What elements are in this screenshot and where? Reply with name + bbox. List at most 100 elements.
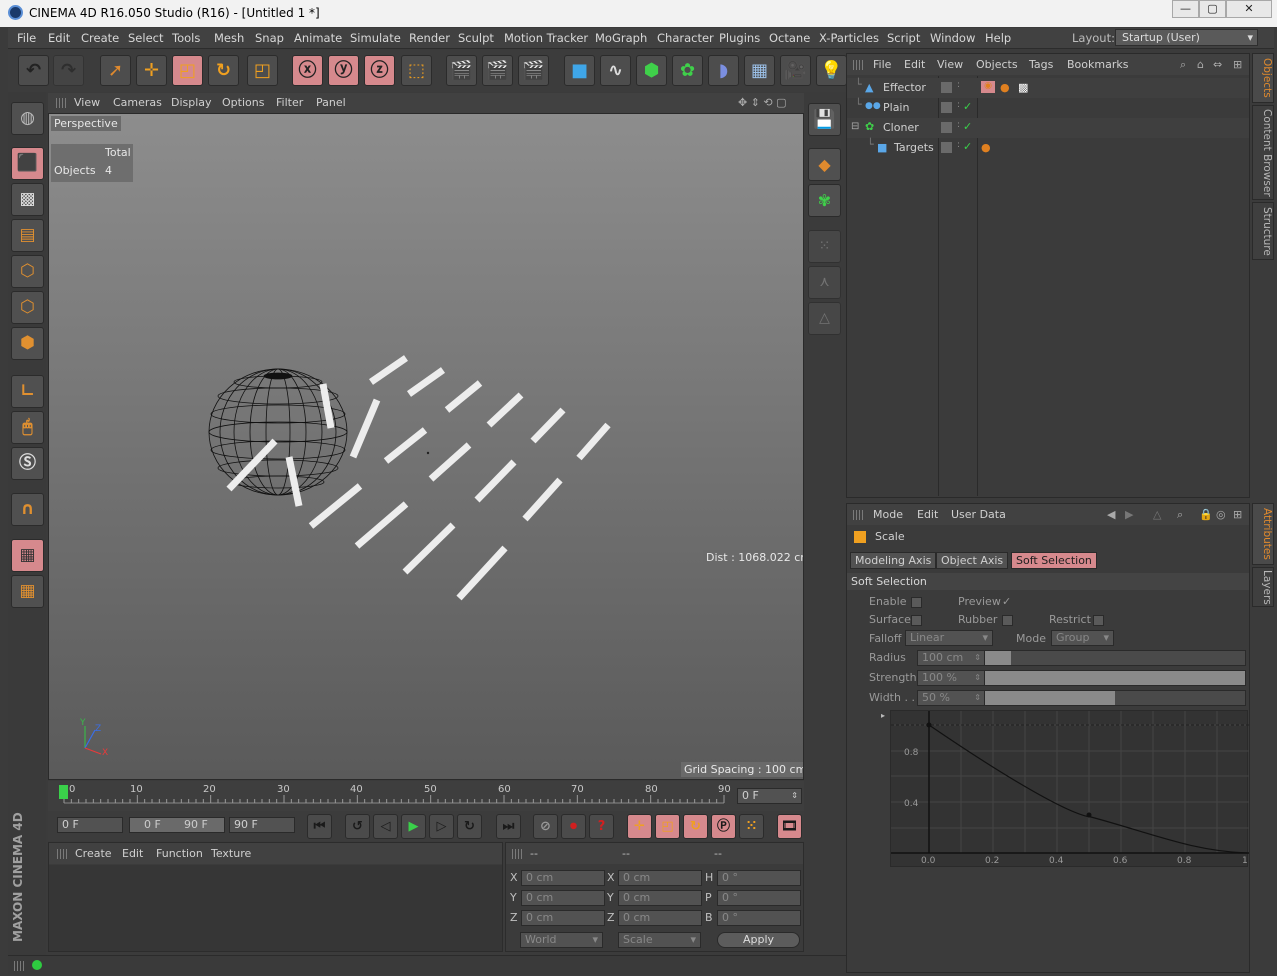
menu-script[interactable]: Script [887,31,920,45]
minimize-button[interactable]: — [1172,0,1199,18]
coord-mode-select[interactable]: Scale ▾ [618,932,701,948]
grid-dots-button[interactable]: ⁙ [808,230,841,263]
undo-button[interactable]: ↶ [18,55,49,86]
x-axis-button[interactable]: ⓧ [292,55,323,86]
triangle-button[interactable]: △ [808,302,841,335]
enable-checkbox[interactable] [911,597,922,608]
enabled-check-icon[interactable]: ✓ [963,100,972,113]
viewport-menu-filter[interactable]: Filter [276,96,303,109]
save-incremental-button[interactable]: 💾 [808,103,841,136]
locked-workplane-button[interactable]: ▦ [11,539,44,572]
live-selection-button[interactable]: ➚ [100,55,131,86]
side-tab-content-browser[interactable]: Content Browser [1252,105,1274,200]
bin-button[interactable]: ✾ [808,184,841,217]
menu-edit[interactable]: Edit [48,31,70,45]
forward-arrow-icon[interactable]: ▶ [1125,508,1133,521]
light-button[interactable]: 💡 [816,55,847,86]
collapse-icon[interactable]: ⊟ [851,121,859,132]
side-tab-structure[interactable]: Structure [1252,202,1274,260]
menu-character[interactable]: Character [657,31,714,45]
timeline-ruler[interactable]: 0 10 20 30 40 50 60 70 80 90 0 F ⇕ [48,781,804,811]
rubber-checkbox[interactable] [1002,615,1013,626]
attr-menu-mode[interactable]: Mode [873,508,903,521]
object-row-targets[interactable]: └ ■ Targets : ✓ ● [847,138,1249,158]
material-menu-texture[interactable]: Texture [211,847,251,860]
enabled-check-icon[interactable]: ✓ [963,140,972,153]
grip-icon[interactable] [56,98,68,108]
falloff-select[interactable]: Linear ▾ [905,630,993,646]
pos-z-field[interactable]: 0 cm [521,910,605,926]
menu-window[interactable]: Window [930,31,975,45]
viewport-menu-view[interactable]: View [74,96,100,109]
start-frame-field[interactable]: 0 F [57,817,123,833]
layer-box[interactable] [941,102,952,113]
menu-mesh[interactable]: Mesh [214,31,244,45]
planar-workplane-button[interactable]: ▦ [11,575,44,608]
autokey-button[interactable]: ? [589,814,614,839]
menu-file[interactable]: File [17,31,36,45]
layer-box[interactable] [941,142,952,153]
menu-octane[interactable]: Octane [769,31,810,45]
polygons-mode-button[interactable]: ⬢ [11,327,44,360]
home-icon[interactable]: ⌂ [1197,58,1204,71]
recent-tool-button[interactable]: ◰ [247,55,278,86]
menu-plugins[interactable]: Plugins [719,31,760,45]
magnet-button[interactable]: ∩ [11,493,44,526]
size-x-field[interactable]: 0 cm [618,870,702,886]
size-z-field[interactable]: 0 cm [618,910,702,926]
key-parameter-button[interactable]: Ⓟ [711,814,736,839]
material-menu-create[interactable]: Create [75,847,112,860]
menu-select[interactable]: Select [128,31,163,45]
close-button[interactable]: ✕ [1226,0,1272,18]
rot-b-field[interactable]: 0 ° [717,910,801,926]
rotate-button[interactable]: ↻ [208,55,239,86]
layer-box[interactable] [941,82,952,93]
next-frame-button[interactable]: ▷ [429,814,454,839]
grip-icon[interactable] [14,961,26,971]
cube-button[interactable]: ■ [564,55,595,86]
next-key-button[interactable]: ↻ [457,814,482,839]
coord-space-select[interactable]: World ▾ [520,932,603,948]
enabled-check-icon[interactable]: ✓ [963,120,972,133]
width-slider[interactable] [984,690,1246,706]
menu-snap[interactable]: Snap [255,31,284,45]
viewport-menu-display[interactable]: Display [171,96,212,109]
layer-box[interactable] [941,122,952,133]
make-editable-button[interactable]: ◍ [11,102,44,135]
redo-button[interactable]: ↷ [53,55,84,86]
material-list[interactable] [49,865,502,951]
menu-tools[interactable]: Tools [172,31,200,45]
camera-button[interactable]: 🎥 [780,55,811,86]
record-button[interactable]: ⏺ [561,814,586,839]
visibility-dots[interactable]: : [957,80,960,90]
scene-canvas[interactable] [49,114,804,780]
mograph-cloner-button[interactable]: ✿ [672,55,703,86]
axis-mode-button[interactable]: ∟ [11,375,44,408]
visibility-dots[interactable]: : [957,120,960,130]
side-tab-attributes[interactable]: Attributes [1252,503,1274,565]
tab-object-axis[interactable]: Object Axis [936,552,1009,569]
menu-motion-tracker[interactable]: Motion Tracker [504,31,588,45]
sculpt-3d-button[interactable]: ◆ [808,148,841,181]
search-icon[interactable]: ⌕ [1177,508,1183,522]
motion-record-button[interactable]: ⊘ [533,814,558,839]
material-menu-edit[interactable]: Edit [122,847,143,860]
object-menu-edit[interactable]: Edit [904,58,925,71]
grip-icon[interactable] [512,849,524,859]
preview-checkbox[interactable]: ✓ [1002,596,1013,608]
object-menu-bookmarks[interactable]: Bookmarks [1067,58,1128,71]
menu-x-particles[interactable]: X-Particles [819,31,879,45]
attr-menu-user-data[interactable]: User Data [951,508,1006,521]
workplane-mode-button[interactable]: ▤ [11,219,44,252]
material-menu-function[interactable]: Function [156,847,203,860]
grip-icon[interactable] [853,60,865,70]
prev-key-button[interactable]: ↺ [345,814,370,839]
timeline-window-button[interactable]: 🎞 [777,814,802,839]
attr-menu-edit[interactable]: Edit [917,508,938,521]
key-pla-button[interactable]: ⁙ [739,814,764,839]
snap-button[interactable]: Ⓢ [11,447,44,480]
checker-tag-icon[interactable]: ▩ [1018,81,1028,94]
radius-slider[interactable] [984,650,1246,666]
strength-slider[interactable] [984,670,1246,686]
perspective-viewport[interactable]: Perspective Total Objects 4 Y Z X Dist:… [48,113,804,780]
